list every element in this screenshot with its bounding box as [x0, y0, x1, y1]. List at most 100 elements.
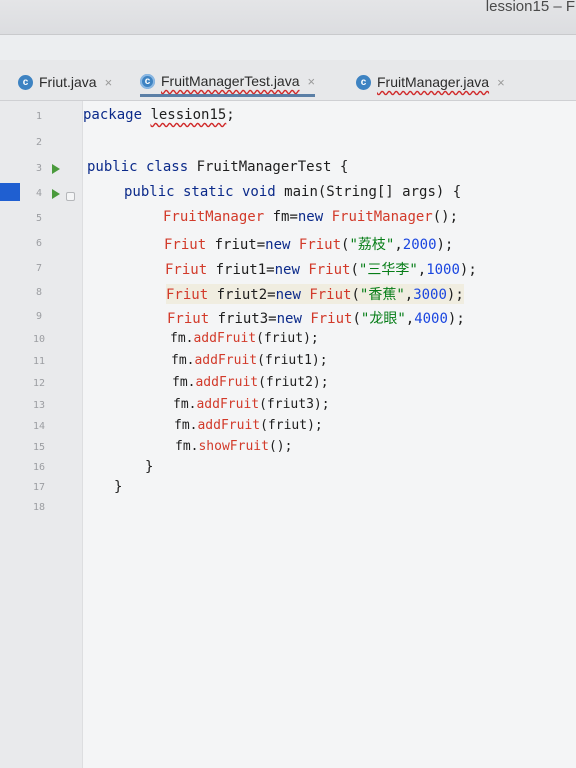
class-ref: FruitManager: [331, 209, 433, 225]
variable: fm=: [264, 209, 298, 225]
string-literal: "龙眼": [360, 311, 406, 327]
code-line-16: }: [145, 459, 153, 475]
punctuation: );: [436, 237, 454, 253]
string-literal: "荔枝": [349, 237, 395, 253]
keyword: public class: [87, 159, 197, 175]
variable: fm.: [174, 418, 198, 433]
method-call: addFruit: [193, 331, 257, 346]
keyword: package: [83, 107, 151, 123]
line-number: 8: [35, 287, 43, 298]
arguments: (friut1);: [257, 353, 328, 368]
fold-icon[interactable]: [66, 192, 75, 201]
code-line-1: package lession15;: [83, 107, 235, 123]
punctuation: );: [447, 311, 465, 327]
java-run-class-icon: c: [140, 73, 155, 89]
number-literal: 1000: [426, 262, 460, 278]
class-ref: Friut: [167, 311, 210, 327]
line-number: 10: [32, 334, 46, 345]
code-line-3: public class FruitManagerTest {: [87, 159, 348, 175]
line-number: 17: [32, 482, 46, 493]
class-ref: Friut: [165, 262, 208, 278]
class-ref: Friut: [309, 287, 352, 303]
variable: fm.: [175, 439, 199, 454]
variable: friut=: [206, 237, 266, 253]
punctuation: (: [352, 311, 361, 327]
method-call: addFruit: [197, 418, 261, 433]
arguments: (friut);: [260, 418, 323, 433]
code-line-14: fm.addFruit(friut);: [174, 418, 323, 433]
tab-fruitmanagertest-java[interactable]: c FruitManagerTest.java ×: [140, 68, 316, 97]
line-number: 11: [32, 356, 46, 367]
code-line-5: FruitManager fm=new FruitManager();: [163, 209, 458, 225]
arguments: (friut2);: [258, 375, 329, 390]
class-ref: Friut: [164, 237, 207, 253]
number-literal: 4000: [414, 311, 448, 327]
package-name: lession15: [150, 107, 227, 123]
editor-tab-bar: c Friut.java × c FruitManagerTest.java ×…: [0, 60, 576, 101]
arguments: ();: [268, 439, 293, 454]
line-number: 3: [35, 163, 43, 174]
class-ref: Friut: [166, 287, 209, 303]
punctuation: ,: [404, 287, 414, 303]
punctuation: );: [446, 287, 464, 303]
run-gutter-icon[interactable]: [52, 164, 60, 174]
line-number: 2: [35, 137, 43, 148]
method-call: addFruit: [194, 353, 258, 368]
class-ref: FruitManager: [163, 209, 265, 225]
keyword: public static void: [124, 184, 285, 200]
punctuation: ,: [394, 237, 403, 253]
closing-brace: }: [145, 459, 154, 475]
line-number-gutter[interactable]: 1 2 3 4 5 6 7 8 9 10 11 12 13 14 15 16 1…: [0, 101, 83, 768]
class-declaration: FruitManagerTest {: [196, 159, 349, 175]
code-line-10: fm.addFruit(friut);: [170, 331, 319, 346]
code-line-4: public static void main(String[] args) {: [124, 184, 461, 200]
tab-fruitmanager-java[interactable]: c FruitManager.java ×: [356, 68, 505, 96]
java-class-icon: c: [356, 74, 371, 90]
closing-brace: }: [114, 479, 123, 495]
run-gutter-icon[interactable]: [52, 189, 60, 199]
tab-friut-java[interactable]: c Friut.java ×: [18, 68, 112, 96]
class-ref: Friut: [310, 311, 353, 327]
line-number: 9: [35, 311, 43, 322]
punctuation: ;: [226, 107, 235, 123]
window-title: lession15 – Fr: [485, 0, 576, 15]
code-editor[interactable]: 1 2 3 4 5 6 7 8 9 10 11 12 13 14 15 16 1…: [0, 101, 576, 768]
number-literal: 3000: [413, 287, 447, 303]
keyword: new: [297, 209, 332, 225]
keyword: new: [265, 237, 299, 253]
window-titlebar: lession15 – Fr: [0, 0, 576, 35]
line-number: 16: [32, 462, 46, 473]
variable: fm.: [173, 397, 197, 412]
variable: friut2=: [208, 287, 276, 303]
punctuation: );: [459, 262, 477, 278]
variable: fm.: [170, 331, 194, 346]
line-number: 6: [35, 238, 43, 249]
code-line-11: fm.addFruit(friut1);: [171, 353, 328, 368]
punctuation: (: [351, 287, 360, 303]
line-number: 4: [35, 188, 43, 199]
close-icon[interactable]: ×: [497, 75, 505, 90]
code-line-13: fm.addFruit(friut3);: [173, 397, 330, 412]
keyword: new: [276, 311, 311, 327]
punctuation: ,: [417, 262, 427, 278]
code-line-17: }: [114, 479, 122, 495]
code-line-12: fm.addFruit(friut2);: [172, 375, 329, 390]
close-icon[interactable]: ×: [308, 74, 316, 89]
code-line-8: Friut friut2=new Friut("香蕉",3000);: [166, 284, 464, 304]
class-ref: Friut: [308, 262, 351, 278]
string-literal: "三华李": [358, 262, 418, 278]
keyword: new: [274, 262, 309, 278]
close-icon[interactable]: ×: [105, 75, 113, 90]
code-line-6: Friut friut=new Friut("荔枝",2000);: [164, 234, 453, 254]
variable: fm.: [172, 375, 196, 390]
tab-label: FruitManager.java: [377, 74, 490, 90]
java-class-icon: c: [18, 74, 33, 90]
method-call: addFruit: [196, 397, 260, 412]
current-line-marker: [0, 183, 20, 201]
line-number: 18: [32, 502, 46, 513]
code-line-9: Friut friut3=new Friut("龙眼",4000);: [167, 308, 465, 328]
variable: friut3=: [209, 311, 277, 327]
class-ref: Friut: [298, 237, 342, 253]
line-number: 1: [35, 111, 43, 122]
number-literal: 2000: [402, 237, 437, 253]
